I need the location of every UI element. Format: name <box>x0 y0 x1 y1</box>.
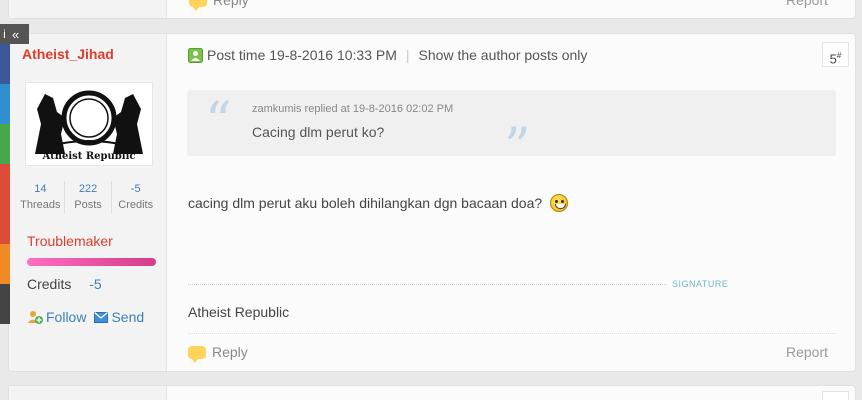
atheist-republic-logo-icon: Atheist Republic <box>35 90 143 162</box>
share-sidebar <box>0 24 10 344</box>
share-facebook-button[interactable] <box>0 44 10 84</box>
footer-divider <box>188 333 837 334</box>
share-twitter-button[interactable] <box>0 84 10 124</box>
stat-credits-value: -5 <box>130 183 141 195</box>
credits-value: -5 <box>89 276 102 292</box>
stat-threads[interactable]: 14 Threads <box>17 181 65 213</box>
next-post-author-column <box>9 386 167 400</box>
signature-text: Atheist Republic <box>188 304 290 320</box>
online-status-icon <box>188 47 203 63</box>
previous-reply-button[interactable]: Reply <box>189 0 249 11</box>
reply-label: Reply <box>212 344 248 360</box>
next-floor-number[interactable] <box>822 391 849 400</box>
show-author-only-link[interactable]: Show the author posts only <box>419 47 588 63</box>
stat-credits-label: Credits <box>118 199 154 211</box>
send-button[interactable]: Send <box>94 309 144 325</box>
mail-icon <box>94 311 109 323</box>
close-quote-icon: ” <box>504 118 531 178</box>
share-orange-button[interactable] <box>0 244 10 284</box>
credits-line: Credits -5 <box>27 276 102 292</box>
chevron-left-icon: « <box>12 26 20 42</box>
author-column: Atheist_Jihad Atheist Republic 14 Thread… <box>9 34 167 371</box>
floor-sup: # <box>836 51 842 60</box>
post-content: Post time 19-8-2016 10:33 PM | Show the … <box>167 34 855 371</box>
share-google-button[interactable] <box>0 164 10 204</box>
quote-block: “ zamkumis replied at 19-8-2016 02:02 PM… <box>187 90 836 178</box>
post-card: Atheist_Jihad Atheist Republic 14 Thread… <box>8 33 856 372</box>
follow-label: Follow <box>46 309 87 325</box>
stat-posts[interactable]: 222 Posts <box>65 181 113 213</box>
post-time: Post time 19-8-2016 10:33 PM <box>207 47 397 63</box>
follow-icon <box>28 311 43 324</box>
info-icon: i <box>3 27 6 41</box>
next-post-card <box>8 385 856 400</box>
previous-report-link[interactable]: Report <box>786 0 828 8</box>
avatar[interactable]: Atheist Republic <box>25 82 153 166</box>
open-quote-icon: “ <box>205 92 232 152</box>
sidebar-toggle[interactable]: i « <box>0 24 29 44</box>
post-body-text: cacing dlm perut aku boleh dihilangkan d… <box>188 195 543 211</box>
share-green-button[interactable] <box>0 124 10 164</box>
stat-threads-value: 14 <box>34 183 47 195</box>
stat-credits[interactable]: -5 Credits <box>112 181 159 213</box>
signature-divider <box>188 284 667 285</box>
author-actions: Follow Send <box>27 309 144 325</box>
quote-meta: zamkumis replied at 19-8-2016 02:02 PM <box>252 103 454 115</box>
reply-bubble-icon <box>188 345 206 363</box>
previous-post-card: Reply Report <box>8 0 856 19</box>
floor-number[interactable]: 5# <box>822 42 849 67</box>
reply-button[interactable]: Reply <box>188 344 248 363</box>
header-separator: | <box>405 47 410 63</box>
report-link[interactable]: Report <box>786 344 828 360</box>
credits-label: Credits <box>27 276 72 292</box>
stat-threads-label: Threads <box>20 199 61 211</box>
follow-button[interactable]: Follow <box>27 309 86 325</box>
share-dark-button[interactable] <box>0 284 10 324</box>
grin-smiley-icon <box>550 194 569 212</box>
stat-posts-value: 222 <box>78 183 98 195</box>
reply-bubble-icon <box>189 0 207 11</box>
rank-title: Troublemaker <box>27 233 113 249</box>
avatar-caption: Atheist Republic <box>42 151 136 162</box>
previous-post-author-column <box>9 0 167 18</box>
send-label: Send <box>111 309 145 325</box>
quote-text: Cacing dlm perut ko? <box>252 124 385 140</box>
post-header: Post time 19-8-2016 10:33 PM | Show the … <box>188 47 587 63</box>
rank-bar <box>27 258 156 266</box>
stat-posts-label: Posts <box>74 199 102 211</box>
author-stats: 14 Threads 222 Posts -5 Credits <box>17 181 159 213</box>
floor-value: 5 <box>829 51 837 67</box>
signature-label: SIGNATURE <box>672 279 729 289</box>
previous-reply-label: Reply <box>213 0 249 8</box>
author-username[interactable]: Atheist_Jihad <box>22 46 114 62</box>
share-red-button[interactable] <box>0 204 10 244</box>
post-body: cacing dlm perut aku boleh dihilangkan d… <box>188 194 569 212</box>
